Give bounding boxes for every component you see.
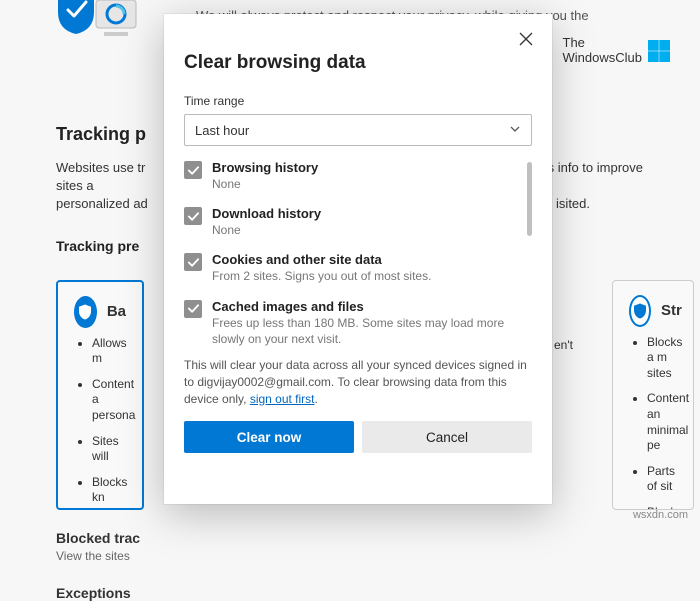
windows-flag-icon — [648, 40, 670, 62]
checkbox-cookies[interactable] — [184, 253, 202, 271]
option-download-history: Download history None — [184, 206, 520, 238]
sign-out-link[interactable]: sign out first — [250, 392, 315, 406]
tracking-card-middle-partial: en't — [554, 338, 573, 352]
shield-strict-icon — [629, 295, 651, 327]
option-title: Cached images and files — [212, 299, 520, 314]
tracking-card-basic[interactable]: Ba Allows m Content apersona Sites will … — [56, 280, 144, 510]
list-item: Content anminimal pe — [647, 391, 677, 453]
list-item: Parts of sit — [647, 464, 677, 495]
privacy-shield-illustration — [56, 0, 146, 52]
sync-warning-note: This will clear your data across all you… — [184, 357, 532, 407]
checkbox-download-history[interactable] — [184, 207, 202, 225]
option-subtext: Frees up less than 180 MB. Some sites ma… — [212, 315, 520, 347]
checkbox-browsing-history[interactable] — [184, 161, 202, 179]
option-title: Cookies and other site data — [212, 252, 520, 267]
close-button[interactable] — [512, 26, 540, 54]
clear-now-button[interactable]: Clear now — [184, 421, 354, 453]
windowsclub-brand: The WindowsClub — [563, 36, 670, 66]
option-cached: Cached images and files Frees up less th… — [184, 299, 520, 347]
list-item: Allows m — [92, 336, 126, 367]
option-subtext: None — [212, 222, 520, 238]
exceptions-section[interactable]: Exceptions — [56, 585, 644, 601]
list-item: Sites will — [92, 434, 126, 465]
list-item: Blocks kn — [92, 475, 126, 506]
blocked-trackers-section[interactable]: Blocked trac View the sites — [56, 530, 644, 563]
option-subtext: None — [212, 176, 520, 192]
option-browsing-history: Browsing history None — [184, 160, 520, 192]
list-item: Blocks a msites — [647, 335, 677, 382]
clear-options-list: Browsing history None Download history N… — [184, 160, 532, 347]
option-cookies: Cookies and other site data From 2 sites… — [184, 252, 520, 284]
cancel-button[interactable]: Cancel — [362, 421, 532, 453]
option-title: Download history — [212, 206, 520, 221]
clear-browsing-data-dialog: Clear browsing data Time range Last hour… — [164, 14, 552, 504]
checkbox-cached[interactable] — [184, 300, 202, 318]
time-range-label: Time range — [184, 94, 532, 108]
option-title: Browsing history — [212, 160, 520, 175]
option-subtext: From 2 sites. Signs you out of most site… — [212, 268, 520, 284]
dialog-title: Clear browsing data — [184, 52, 532, 74]
time-range-select[interactable]: Last hour — [184, 114, 532, 146]
chevron-down-icon — [509, 123, 521, 138]
options-scrollbar[interactable] — [527, 162, 532, 236]
close-icon — [519, 32, 533, 49]
list-item: Content apersona — [92, 377, 126, 424]
watermark: wsxdn.com — [633, 509, 688, 521]
shield-basic-icon — [74, 296, 97, 328]
tracking-card-strict[interactable]: Str Blocks a msites Content anminimal pe… — [612, 280, 694, 510]
time-range-value: Last hour — [195, 123, 249, 138]
